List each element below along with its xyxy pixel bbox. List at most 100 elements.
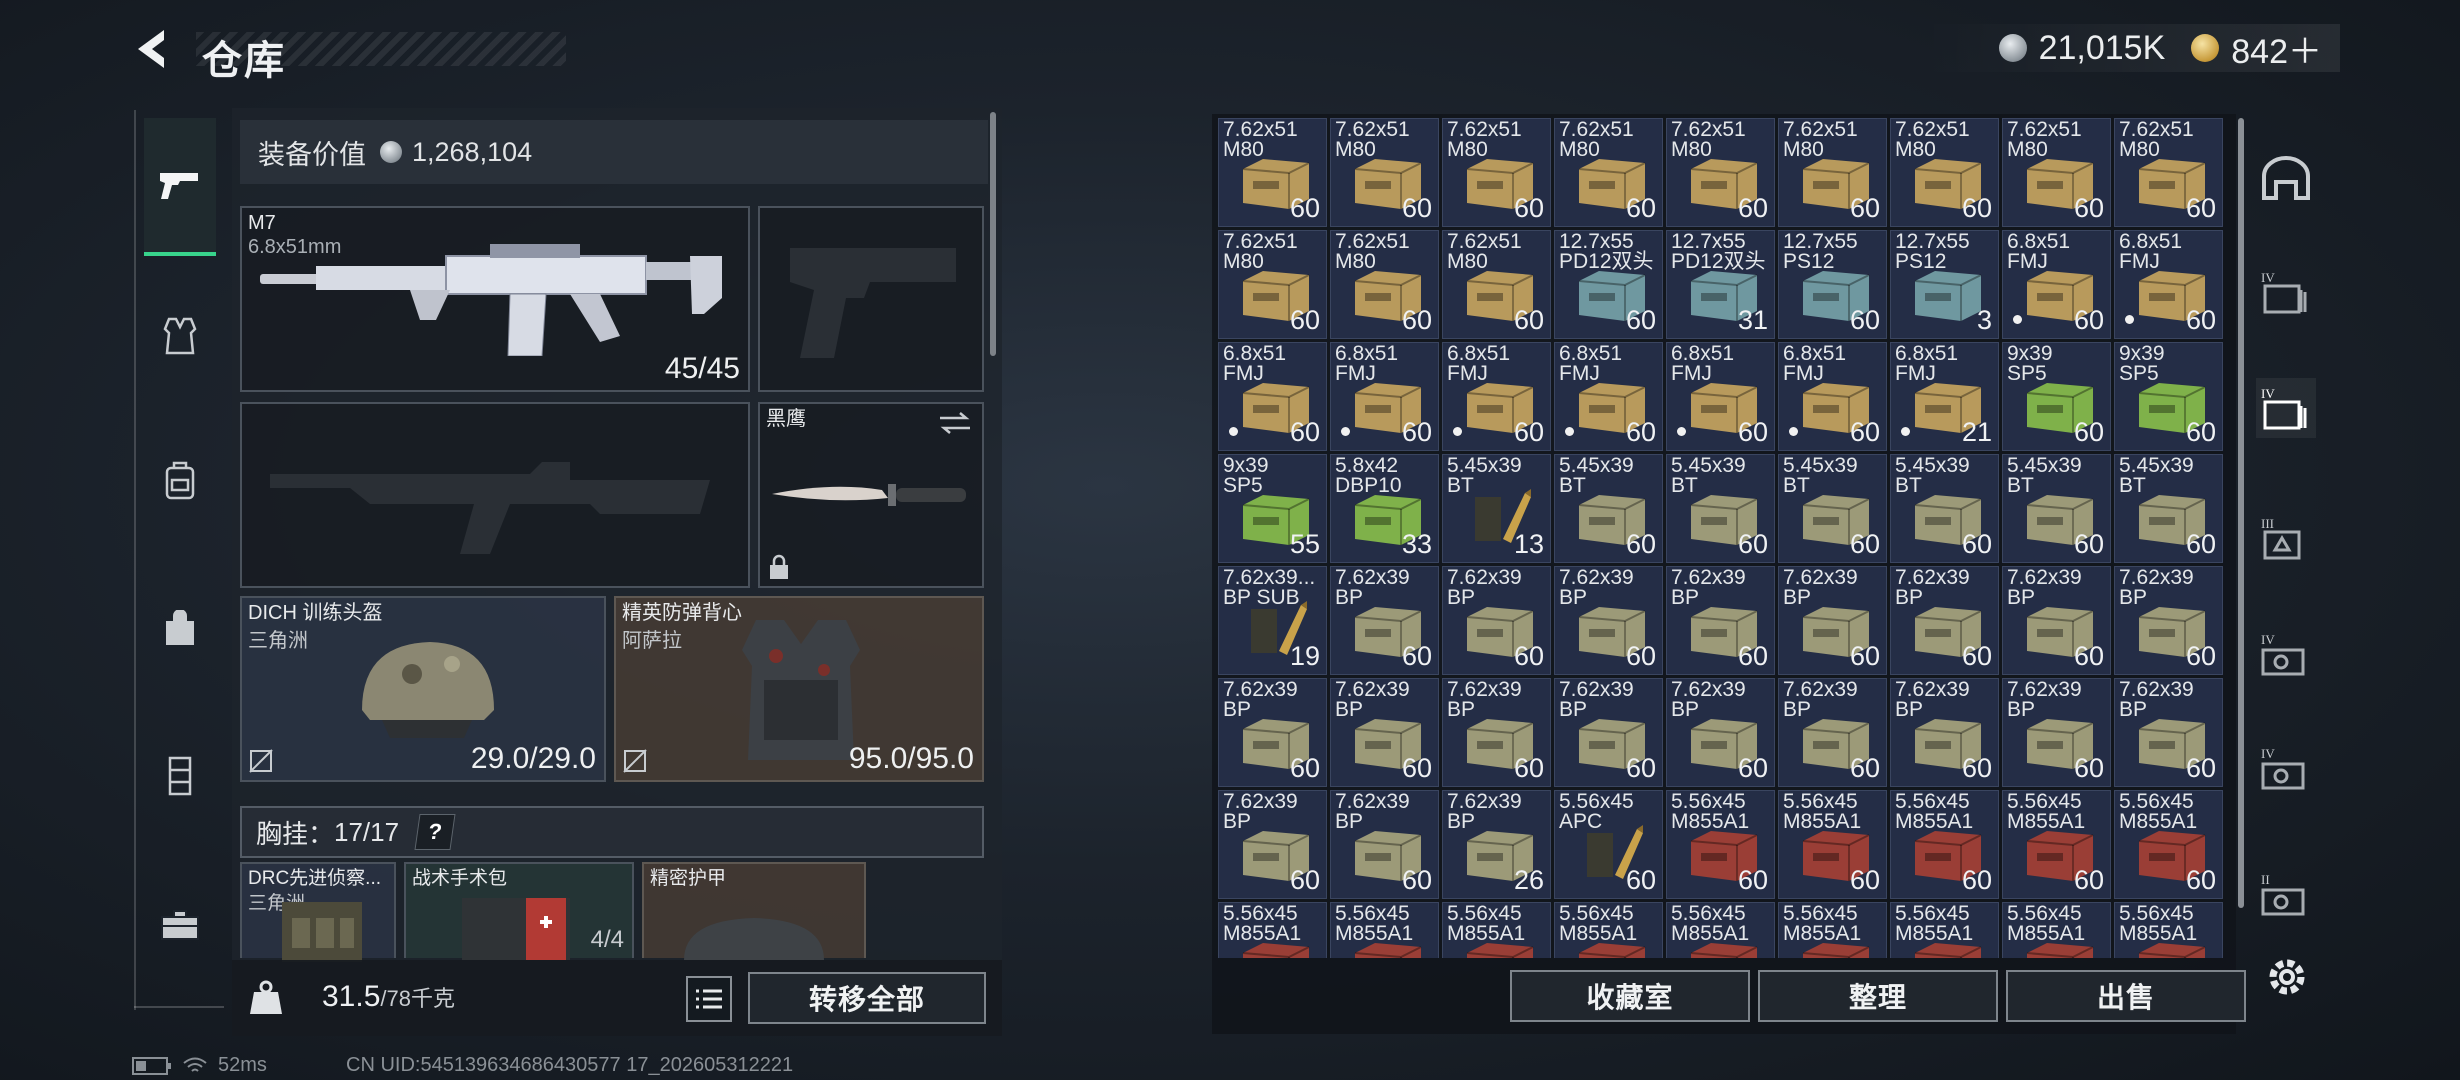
rig-tab[interactable] [144, 740, 216, 812]
ammo-item[interactable]: 7.62x39 BP 60 [2002, 566, 2111, 675]
ammo-item[interactable]: 7.62x51 M80 60 [1218, 230, 1327, 339]
ammo-item[interactable]: 7.62x51 M80 60 [1218, 118, 1327, 227]
ammo-item[interactable]: 7.62x39 BP 26 [1442, 790, 1551, 899]
case-tab[interactable] [144, 888, 216, 960]
case-tab-4b[interactable]: IV [2256, 738, 2316, 798]
ammo-item[interactable]: 7.62x51 M80 60 [1554, 118, 1663, 227]
ammo-item[interactable]: 5.56x45 M855A1 [2114, 902, 2223, 958]
ammo-item[interactable]: 9x39 SP5 55 [1218, 454, 1327, 563]
ammo-item[interactable]: 12.7x55 PD12双头 31 [1666, 230, 1775, 339]
ammo-item[interactable]: 7.62x51 M80 60 [2002, 118, 2111, 227]
ammo-item[interactable]: 5.56x45 M855A1 [1554, 902, 1663, 958]
armor-slot[interactable]: 精英防弹背心 阿萨拉 95.0/95.0 [614, 596, 984, 782]
helmet-slot[interactable]: DICH 训练头盔 三角洲 29.0/29.0 [240, 596, 606, 782]
settings-gear-icon[interactable] [2262, 952, 2312, 1002]
backpack-tab[interactable] [144, 444, 216, 516]
ammo-item[interactable]: 7.62x39 BP 60 [1442, 678, 1551, 787]
help-icon[interactable]: ? [414, 814, 456, 850]
ammo-item[interactable]: 5.56x45 M855A1 60 [1778, 790, 1887, 899]
ammo-item[interactable]: 7.62x39 BP 60 [1666, 566, 1775, 675]
sort-button[interactable]: 整理 [1758, 970, 1998, 1022]
ammo-item[interactable]: 5.56x45 M855A1 60 [2002, 790, 2111, 899]
ammo-item[interactable]: 6.8x51 FMJ 60 [1666, 342, 1775, 451]
ammo-item[interactable]: 6.8x51 FMJ 60 [1442, 342, 1551, 451]
inventory-scrollbar[interactable] [2238, 118, 2244, 908]
ammo-item[interactable]: 7.62x51 M80 60 [2114, 118, 2223, 227]
ammo-item[interactable]: 6.8x51 FMJ 60 [2114, 230, 2223, 339]
bag-tab[interactable] [144, 592, 216, 664]
case-tab-2[interactable]: II [2256, 864, 2316, 924]
ammo-item[interactable]: 5.45x39 BT 60 [1666, 454, 1775, 563]
gold-balance[interactable]: 842＋ [2231, 24, 2322, 73]
ammo-item[interactable]: 7.62x39 BP 60 [1666, 678, 1775, 787]
ammo-item[interactable]: 5.56x45 M855A1 [1218, 902, 1327, 958]
ammo-item[interactable]: 5.45x39 BT 60 [1890, 454, 1999, 563]
container-tab-4a[interactable]: IV [2256, 262, 2316, 322]
back-arrow-icon[interactable] [130, 26, 176, 72]
ammo-item[interactable]: 7.62x39 BP 60 [1218, 678, 1327, 787]
ammo-item[interactable]: 6.8x51 FMJ 60 [1554, 342, 1663, 451]
medkit-slot[interactable]: 战术手术包 4/4 [404, 862, 634, 960]
ammo-item[interactable]: 5.45x39 BT 60 [1554, 454, 1663, 563]
ammo-item[interactable]: 5.45x39 BT 60 [1778, 454, 1887, 563]
ammo-item[interactable]: 7.62x39 BP 60 [2114, 566, 2223, 675]
ammo-item[interactable]: 7.62x39 BP 60 [2002, 678, 2111, 787]
transfer-all-button[interactable]: 转移全部 [748, 972, 986, 1024]
ammo-item[interactable]: 5.56x45 M855A1 [2002, 902, 2111, 958]
weapons-tab[interactable] [144, 118, 216, 256]
ammo-item[interactable]: 5.56x45 M855A1 [1778, 902, 1887, 958]
ammo-item[interactable]: 7.62x39 BP 60 [1778, 678, 1887, 787]
case-tab-4a[interactable]: IV [2256, 624, 2316, 684]
ammo-item[interactable]: 7.62x39 BP 60 [1778, 566, 1887, 675]
primary-weapon-slot[interactable]: M7 6.8x51mm 45/45 [240, 206, 750, 392]
sell-button[interactable]: 出售 [2006, 970, 2246, 1022]
ammo-item[interactable]: 5.45x39 BT 60 [2114, 454, 2223, 563]
ammo-item[interactable]: 5.56x45 M855A1 60 [2114, 790, 2223, 899]
list-view-button[interactable] [686, 976, 732, 1022]
ammo-item[interactable]: 7.62x39 BP 60 [1442, 566, 1551, 675]
ammo-item[interactable]: 5.8x42 DBP10 33 [1330, 454, 1439, 563]
stash-tab[interactable] [2256, 148, 2316, 208]
ammo-item[interactable]: 6.8x51 FMJ 21 [1890, 342, 1999, 451]
ammo-item[interactable]: 7.62x51 M80 60 [1330, 118, 1439, 227]
ammo-item[interactable]: 5.45x39 BT 13 [1442, 454, 1551, 563]
ammo-item[interactable]: 12.7x55 PS12 3 [1890, 230, 1999, 339]
ammo-item[interactable]: 6.8x51 FMJ 60 [1218, 342, 1327, 451]
ammo-item[interactable]: 5.56x45 M855A1 [1330, 902, 1439, 958]
ammo-item[interactable]: 7.62x39... BP SUB 19 [1218, 566, 1327, 675]
ammo-item[interactable]: 5.56x45 M855A1 [1442, 902, 1551, 958]
ammo-item[interactable]: 7.62x39 BP 60 [1554, 678, 1663, 787]
ammo-item[interactable]: 6.8x51 FMJ 60 [1778, 342, 1887, 451]
rig-slot[interactable]: DRC先进侦察... 三角洲 [240, 862, 396, 962]
ammo-item[interactable]: 5.56x45 M855A1 [1666, 902, 1775, 958]
sidearm-slot[interactable] [758, 206, 984, 392]
ammo-item[interactable]: 7.62x39 BP 60 [2114, 678, 2223, 787]
ammo-item[interactable]: 12.7x55 PS12 60 [1778, 230, 1887, 339]
container-tab-3[interactable]: III [2256, 508, 2316, 568]
ammo-item[interactable]: 7.62x39 BP 60 [1330, 678, 1439, 787]
collection-room-button[interactable]: 收藏室 [1510, 970, 1750, 1022]
armor-vest-tab[interactable] [144, 300, 216, 372]
ammo-item[interactable]: 5.56x45 M855A1 60 [1666, 790, 1775, 899]
ammo-item[interactable]: 7.62x39 BP 60 [1890, 566, 1999, 675]
ammo-item[interactable]: 7.62x39 BP 60 [1554, 566, 1663, 675]
ammo-item[interactable]: 6.8x51 FMJ 60 [1330, 342, 1439, 451]
ammo-item[interactable]: 12.7x55 PD12双头 60 [1554, 230, 1663, 339]
ammo-item[interactable]: 7.62x39 BP 60 [1218, 790, 1327, 899]
ammo-item[interactable]: 5.56x45 M855A1 60 [1890, 790, 1999, 899]
ammo-item[interactable]: 9x39 SP5 60 [2114, 342, 2223, 451]
container-tab-4b[interactable]: IV [2256, 378, 2316, 438]
ammo-item[interactable]: 7.62x51 M80 60 [1330, 230, 1439, 339]
ammo-item[interactable]: 7.62x51 M80 60 [1890, 118, 1999, 227]
ammo-item[interactable]: 5.45x39 BT 60 [2002, 454, 2111, 563]
loadout-scrollbar[interactable] [990, 112, 996, 356]
ammo-item[interactable]: 7.62x51 M80 60 [1778, 118, 1887, 227]
ammo-item[interactable]: 6.8x51 FMJ 60 [2002, 230, 2111, 339]
armor-plate-slot[interactable]: 精密护甲 [642, 862, 866, 960]
ammo-item[interactable]: 7.62x39 BP 60 [1890, 678, 1999, 787]
ammo-item[interactable]: 5.56x45 M855A1 [1890, 902, 1999, 958]
ammo-item[interactable]: 7.62x51 M80 60 [1442, 230, 1551, 339]
ammo-item[interactable]: 7.62x51 M80 60 [1666, 118, 1775, 227]
ammo-item[interactable]: 7.62x39 BP 60 [1330, 566, 1439, 675]
ammo-item[interactable]: 5.56x45 APC 60 [1554, 790, 1663, 899]
